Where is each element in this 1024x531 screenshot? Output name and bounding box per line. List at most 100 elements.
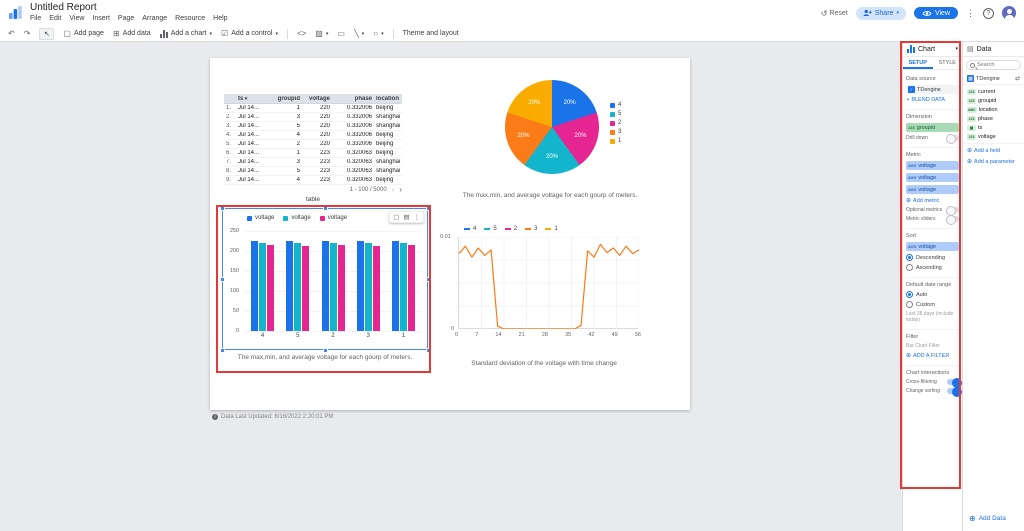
sort-option-ascending[interactable]: Ascending (906, 264, 959, 271)
menu-arrange[interactable]: Arrange (142, 15, 167, 22)
view-button[interactable]: View (914, 7, 958, 19)
bar[interactable] (251, 241, 258, 331)
shape-tool[interactable]: ○ ▾ (373, 29, 383, 38)
toggle-metric-sliders[interactable] (947, 216, 959, 222)
rectangle-icon[interactable]: ▭ (337, 29, 345, 38)
theme-layout-button[interactable]: Theme and layout (403, 30, 459, 37)
add-chart-button[interactable]: Add a chart ▾ (160, 30, 212, 38)
bar[interactable] (373, 246, 380, 331)
menu-view[interactable]: View (69, 15, 84, 22)
selection-handle[interactable] (220, 348, 225, 353)
undo-icon[interactable]: ↶ (8, 29, 15, 38)
toggle-drill-down[interactable] (947, 135, 959, 141)
menu-insert[interactable]: Insert (92, 15, 110, 22)
bar-chart-selection[interactable]: ▢ ▤ ⋮ voltagevoltagevoltage 250200150100… (222, 208, 428, 350)
add-filter-button[interactable]: ⊕ ADD A FILTER (906, 352, 959, 359)
bar[interactable] (294, 243, 301, 331)
menu-help[interactable]: Help (213, 15, 227, 22)
toggle-optional-metrics[interactable] (947, 207, 959, 213)
legend-item[interactable]: 2 (610, 120, 621, 126)
date-option-custom[interactable]: Custom (906, 301, 959, 308)
add-data-button[interactable]: ⊞ Add data (113, 29, 151, 38)
selection-handle[interactable] (426, 348, 431, 353)
report-title[interactable]: Untitled Report (30, 2, 97, 13)
duplicate-icon[interactable]: ▢ (393, 213, 399, 221)
line-tool[interactable]: ╲ ▾ (354, 29, 364, 38)
bar[interactable] (365, 243, 372, 331)
more-options-icon[interactable]: ⋮ (966, 8, 975, 19)
chart-panel-header[interactable]: Chart ▾ (903, 42, 962, 57)
add-data-bottom-button[interactable]: ⊕ Add Data (969, 514, 1006, 523)
legend-item[interactable]: 5 (484, 226, 496, 232)
menu-edit[interactable]: Edit (49, 15, 61, 22)
toggle-cross-filtering[interactable] (947, 379, 959, 385)
chevron-down-icon[interactable]: ▾ (896, 10, 899, 16)
line-chart-block[interactable]: 45231 0.01 0 0714212835424956 (438, 226, 650, 356)
bar[interactable] (357, 241, 364, 331)
legend-item[interactable]: voltage (247, 215, 274, 221)
metric-chip[interactable]: AVGvoltage (906, 173, 959, 182)
redo-icon[interactable]: ↷ (24, 29, 31, 38)
share-button[interactable]: Share ▾ (856, 7, 906, 20)
bar[interactable] (408, 245, 415, 331)
field-ts[interactable]: ▦ts (963, 123, 1024, 132)
bar[interactable] (259, 243, 266, 331)
add-control-button[interactable]: ☑ Add a control ▾ (221, 29, 278, 38)
menu-file[interactable]: File (30, 15, 41, 22)
sort-option-descending[interactable]: Descending (906, 254, 959, 261)
bar[interactable] (286, 241, 293, 331)
col-header-location[interactable]: location (374, 96, 402, 102)
bar[interactable] (267, 245, 274, 331)
selection-handle[interactable] (426, 277, 431, 282)
search-input[interactable] (977, 62, 1017, 68)
select-tool[interactable]: ↖ (39, 28, 54, 40)
legend-item[interactable]: 1 (545, 226, 557, 232)
reset-button[interactable]: ↺ Reset (821, 9, 848, 18)
add-page-button[interactable]: ▢ Add page (63, 29, 104, 38)
menu-resource[interactable]: Resource (175, 15, 205, 22)
legend-item[interactable]: 4 (464, 226, 476, 232)
legend-item[interactable]: 5 (610, 111, 621, 117)
field-current[interactable]: 123current (963, 87, 1024, 96)
avatar[interactable] (1002, 6, 1016, 20)
data-studio-logo[interactable] (8, 5, 23, 20)
chart-insights-icon[interactable]: ▤ (403, 213, 409, 221)
legend-item[interactable]: 3 (525, 226, 537, 232)
legend-item[interactable]: 1 (610, 138, 621, 144)
blend-data-button[interactable]: ◑ BLEND DATA (906, 97, 959, 103)
metric-chip[interactable]: AVGvoltage (906, 185, 959, 194)
bar[interactable] (330, 243, 337, 331)
tab-style[interactable]: STYLE (933, 57, 963, 69)
search-box[interactable] (966, 60, 1021, 70)
selection-handle[interactable] (220, 277, 225, 282)
add-parameter-button[interactable]: ⊕ Add a parameter (967, 158, 1020, 165)
col-header-phase[interactable]: phase (332, 96, 374, 102)
col-header-voltage[interactable]: voltage (302, 96, 332, 102)
legend-item[interactable]: voltage (283, 215, 310, 221)
field-location[interactable]: ABClocation (963, 105, 1024, 114)
more-options-icon[interactable]: ⋮ (414, 213, 421, 221)
sort-metric-chip[interactable]: AVG voltage (906, 242, 959, 251)
tab-setup[interactable]: SETUP (903, 57, 933, 69)
legend-item[interactable]: 3 (610, 129, 621, 135)
field-voltage[interactable]: 123voltage (963, 132, 1024, 141)
metric-chip[interactable]: AVGvoltage (906, 161, 959, 170)
legend-item[interactable]: voltage (320, 215, 347, 221)
field-phase[interactable]: 123phase (963, 114, 1024, 123)
selection-handle[interactable] (323, 348, 328, 353)
report-page[interactable]: ts ▾groupidvoltagephaselocation1.Jul 14.… (210, 58, 690, 410)
prev-page-icon[interactable]: ‹ (392, 187, 395, 193)
legend-item[interactable]: 4 (610, 102, 621, 108)
add-metric-button[interactable]: ⊕ Add metric (906, 197, 959, 204)
pie-chart[interactable]: 20%20%20%20%20% (505, 80, 599, 174)
col-header-groupid[interactable]: groupid (274, 96, 302, 102)
bar[interactable] (392, 241, 399, 331)
data-source-row[interactable]: ▦ TDengine ⇄ (963, 73, 1024, 85)
selection-handle[interactable] (220, 206, 225, 211)
swap-source-icon[interactable]: ⇄ (1015, 75, 1020, 82)
next-page-icon[interactable]: › (399, 187, 402, 193)
dimension-chip[interactable]: 123 groupid (906, 123, 959, 132)
date-option-auto[interactable]: Auto (906, 291, 959, 298)
menu-page[interactable]: Page (118, 15, 134, 22)
pie-chart-block[interactable]: 20%20%20%20%20% 45231 The max,min, and a… (450, 76, 650, 226)
